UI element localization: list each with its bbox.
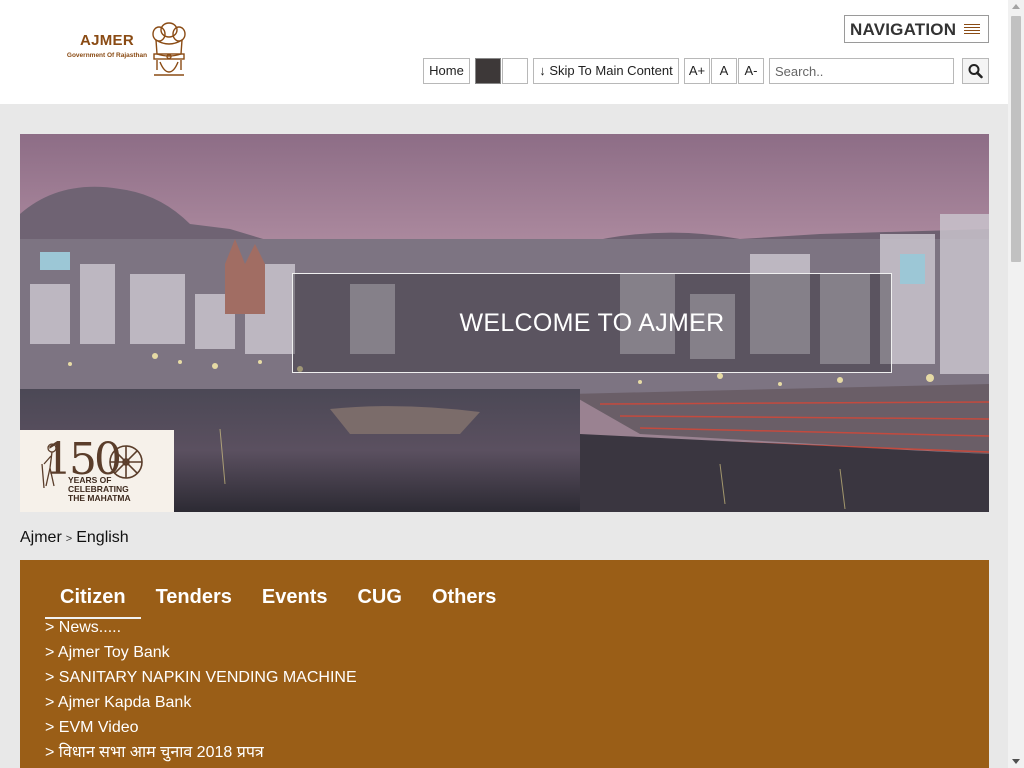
- breadcrumb-current: English: [76, 529, 129, 546]
- tab-cug[interactable]: CUG: [342, 586, 416, 619]
- news-link-toy-bank[interactable]: > Ajmer Toy Bank: [45, 645, 357, 670]
- scroll-up-arrow-icon[interactable]: [1012, 4, 1020, 9]
- gandhi-150-badge[interactable]: 150 YEARS OF CELEBRATING THE MAHATMA: [20, 430, 174, 512]
- hamburger-menu-icon: [964, 24, 980, 36]
- search-input[interactable]: [769, 58, 954, 84]
- dark-contrast-button[interactable]: [475, 58, 501, 84]
- news-link-evm-video[interactable]: > EVM Video: [45, 720, 357, 745]
- hero-banner: WELCOME TO AJMER 150 YEARS OF CELEBRATIN…: [20, 134, 989, 512]
- font-normal-button[interactable]: A: [711, 58, 737, 84]
- tab-bar: Citizen Tenders Events CUG Others: [45, 586, 511, 619]
- page-scrollbar[interactable]: [1008, 0, 1024, 768]
- news-link-election-forms[interactable]: > विधान सभा आम चुनाव 2018 प्रपत्र: [45, 745, 357, 768]
- skip-to-main-content-button[interactable]: ↓ Skip To Main Content: [533, 58, 679, 84]
- light-contrast-button[interactable]: [502, 58, 528, 84]
- navigation-button[interactable]: NAVIGATION: [844, 15, 989, 43]
- font-decrease-button[interactable]: A-: [738, 58, 764, 84]
- magnifier-icon: [968, 64, 983, 79]
- search-button[interactable]: [962, 58, 989, 84]
- news-link-sanitary-napkin[interactable]: > SANITARY NAPKIN VENDING MACHINE: [45, 670, 357, 695]
- site-header: AJMER Government Of Rajasthan NAVIGATION…: [0, 0, 1008, 104]
- tab-events[interactable]: Events: [247, 586, 343, 619]
- tab-others[interactable]: Others: [417, 586, 511, 619]
- ajmer-logo[interactable]: AJMER Government Of Rajasthan: [60, 18, 192, 84]
- news-link-news[interactable]: > News.....: [45, 620, 357, 645]
- welcome-text: WELCOME TO AJMER: [459, 308, 725, 337]
- logo-subtitle: Government Of Rajasthan: [66, 52, 148, 59]
- news-link-kapda-bank[interactable]: > Ajmer Kapda Bank: [45, 695, 357, 720]
- news-list: > News..... > Ajmer Toy Bank > SANITARY …: [45, 620, 357, 768]
- badge-caption: YEARS OF CELEBRATING THE MAHATMA: [68, 476, 160, 503]
- state-emblem-icon: [152, 22, 186, 76]
- badge-caption-line3: THE MAHATMA: [68, 493, 131, 503]
- breadcrumb-separator: >: [65, 533, 73, 545]
- tab-citizen[interactable]: Citizen: [45, 586, 141, 619]
- tab-tenders[interactable]: Tenders: [141, 586, 247, 619]
- info-tab-panel: Citizen Tenders Events CUG Others > News…: [20, 560, 989, 768]
- scroll-down-arrow-icon[interactable]: [1012, 759, 1020, 764]
- scrollbar-thumb[interactable]: [1011, 16, 1021, 262]
- navigation-label: NAVIGATION: [850, 20, 957, 39]
- breadcrumb: Ajmer > English: [20, 529, 129, 547]
- breadcrumb-home-link[interactable]: Ajmer: [20, 529, 62, 546]
- welcome-banner: WELCOME TO AJMER: [292, 273, 892, 373]
- home-button[interactable]: Home: [423, 58, 470, 84]
- logo-title: AJMER: [79, 32, 134, 49]
- font-increase-button[interactable]: A+: [684, 58, 710, 84]
